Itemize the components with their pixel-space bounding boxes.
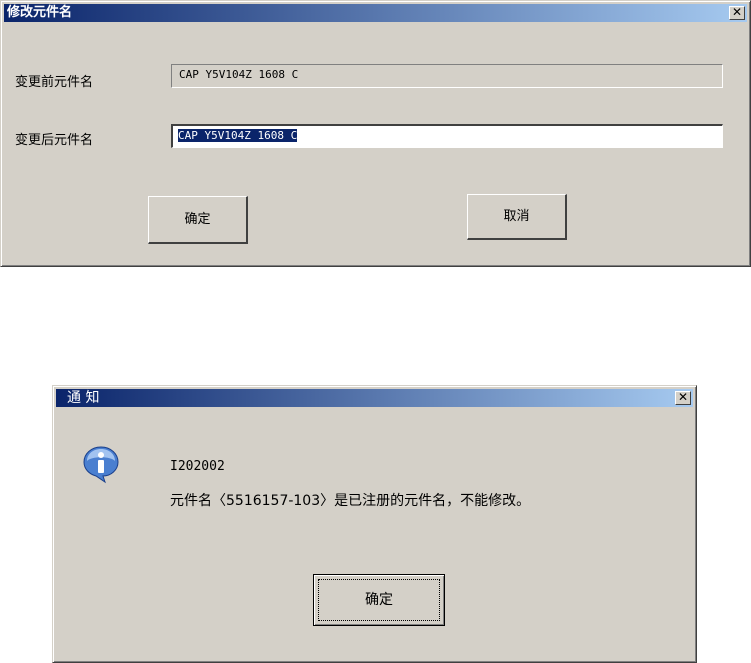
after-name-input[interactable]: CAP Y5V104Z 1608 C [171, 124, 723, 148]
notice-dialog-title: 通 知 [67, 390, 100, 406]
before-name-value: CAP Y5V104Z 1608 C [179, 68, 299, 81]
rename-ok-label: 确定 [184, 212, 211, 227]
notice-code: I202002 [170, 459, 225, 474]
before-name-label: 变更前元件名 [15, 75, 94, 90]
rename-component-dialog: 修改元件名 ✕ 变更前元件名 CAP Y5V104Z 1608 C 变更后元件名… [0, 0, 751, 267]
rename-cancel-button[interactable]: 取消 [467, 194, 567, 240]
before-name-field: CAP Y5V104Z 1608 C [171, 64, 723, 88]
close-icon[interactable]: ✕ [675, 391, 691, 405]
notice-ok-label: 确定 [365, 592, 393, 608]
notice-dialog-titlebar[interactable]: 通 知 ✕ [56, 389, 693, 407]
rename-dialog-title: 修改元件名 [7, 5, 73, 20]
notice-dialog: 通 知 ✕ I202002 元件名〈5516157-103〉是已注册的元件名，不… [52, 385, 697, 663]
rename-ok-button[interactable]: 确定 [148, 196, 248, 244]
notice-ok-button[interactable]: 确定 [313, 574, 445, 626]
after-name-selected-text: CAP Y5V104Z 1608 C [178, 129, 298, 142]
notice-message: 元件名〈5516157-103〉是已注册的元件名，不能修改。 [170, 493, 531, 509]
after-name-label: 变更后元件名 [15, 133, 94, 148]
rename-dialog-titlebar[interactable]: 修改元件名 ✕ [4, 4, 747, 22]
rename-cancel-label: 取消 [503, 209, 530, 224]
info-icon [83, 446, 119, 484]
close-icon[interactable]: ✕ [729, 6, 745, 20]
